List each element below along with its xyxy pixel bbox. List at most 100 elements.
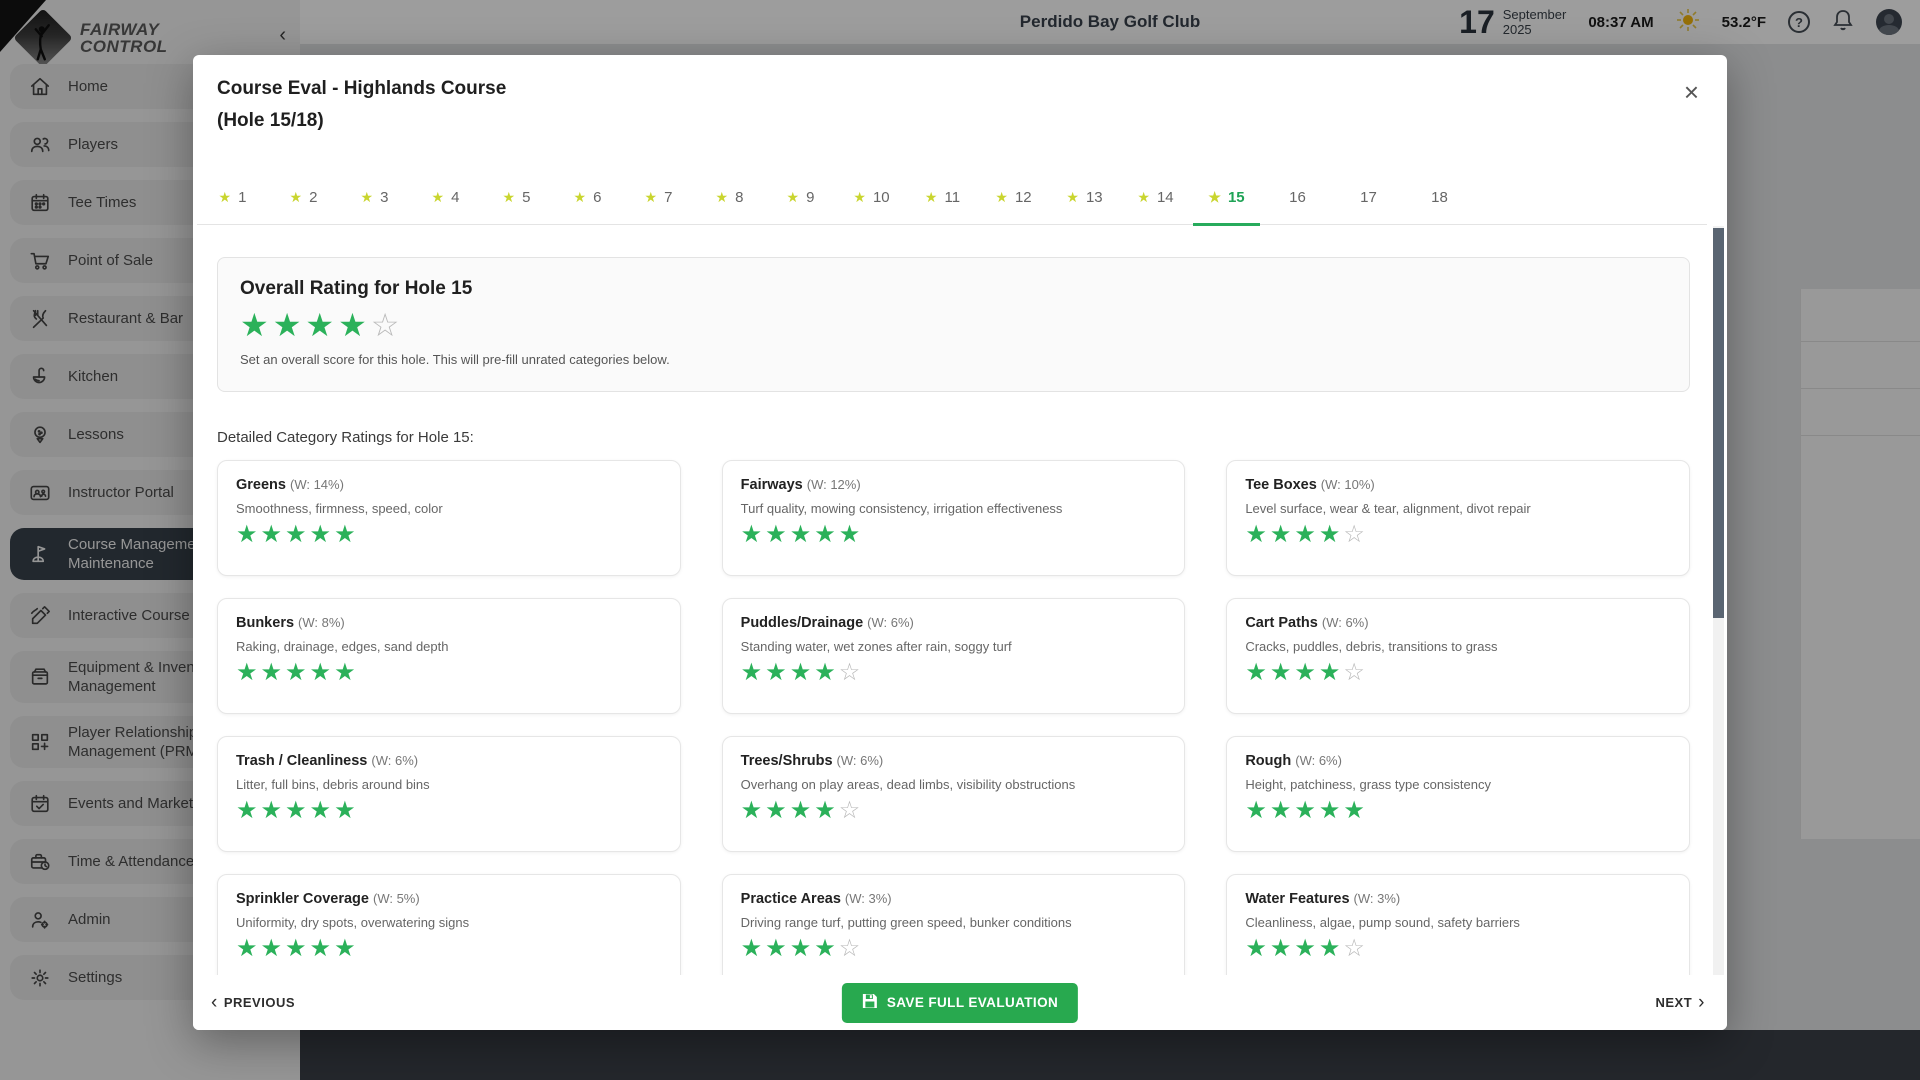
hole-tab-3[interactable]: ★3 (339, 170, 410, 225)
star-filled-icon[interactable]: ★ (1270, 797, 1295, 824)
hole-tab-17[interactable]: 17 (1333, 170, 1404, 225)
close-icon[interactable]: × (1684, 79, 1699, 105)
star-filled-icon[interactable]: ★ (1245, 797, 1270, 824)
star-filled-icon[interactable]: ★ (839, 521, 864, 548)
scrollbar-thumb[interactable] (1713, 228, 1724, 618)
star-filled-icon[interactable]: ★ (334, 521, 359, 548)
star-filled-icon[interactable]: ★ (285, 659, 310, 686)
category-star-rating[interactable]: ★★★★☆ (1245, 936, 1671, 962)
hole-tab-10[interactable]: ★10 (836, 170, 907, 225)
hole-tab-12[interactable]: ★12 (978, 170, 1049, 225)
category-star-rating[interactable]: ★★★★☆ (741, 798, 1167, 824)
hole-tab-5[interactable]: ★5 (481, 170, 552, 225)
star-filled-icon[interactable]: ★ (1319, 797, 1344, 824)
star-filled-icon[interactable]: ★ (790, 521, 815, 548)
star-filled-icon[interactable]: ★ (285, 797, 310, 824)
star-filled-icon[interactable]: ★ (285, 935, 310, 962)
star-filled-icon[interactable]: ★ (1245, 521, 1270, 548)
star-empty-icon[interactable]: ☆ (839, 659, 864, 686)
star-filled-icon[interactable]: ★ (790, 935, 815, 962)
star-filled-icon[interactable]: ★ (1294, 521, 1319, 548)
category-star-rating[interactable]: ★★★★★ (236, 936, 662, 962)
hole-tab-11[interactable]: ★11 (907, 170, 978, 225)
star-filled-icon[interactable]: ★ (285, 521, 310, 548)
star-filled-icon[interactable]: ★ (273, 307, 306, 343)
star-filled-icon[interactable]: ★ (310, 935, 335, 962)
star-empty-icon[interactable]: ☆ (839, 935, 864, 962)
star-filled-icon[interactable]: ★ (236, 521, 261, 548)
star-filled-icon[interactable]: ★ (1245, 659, 1270, 686)
star-filled-icon[interactable]: ★ (310, 797, 335, 824)
hole-tab-13[interactable]: ★13 (1049, 170, 1120, 225)
star-empty-icon[interactable]: ☆ (1343, 935, 1368, 962)
star-filled-icon[interactable]: ★ (1319, 659, 1344, 686)
star-filled-icon[interactable]: ★ (765, 935, 790, 962)
star-filled-icon[interactable]: ★ (236, 797, 261, 824)
previous-button[interactable]: ‹ PREVIOUS (211, 995, 295, 1010)
save-full-evaluation-button[interactable]: SAVE FULL EVALUATION (842, 983, 1078, 1023)
star-filled-icon[interactable]: ★ (261, 935, 286, 962)
hole-tab-8[interactable]: ★8 (694, 170, 765, 225)
star-filled-icon[interactable]: ★ (240, 307, 273, 343)
category-star-rating[interactable]: ★★★★★ (1245, 798, 1671, 824)
star-filled-icon[interactable]: ★ (261, 797, 286, 824)
star-filled-icon[interactable]: ★ (1270, 659, 1295, 686)
star-filled-icon[interactable]: ★ (765, 659, 790, 686)
category-star-rating[interactable]: ★★★★★ (236, 660, 662, 686)
star-filled-icon[interactable]: ★ (338, 307, 371, 343)
hole-tab-6[interactable]: ★6 (552, 170, 623, 225)
category-star-rating[interactable]: ★★★★★ (236, 798, 662, 824)
hole-tab-4[interactable]: ★4 (410, 170, 481, 225)
hole-tab-14[interactable]: ★14 (1120, 170, 1191, 225)
category-star-rating[interactable]: ★★★★★ (236, 522, 662, 548)
category-star-rating[interactable]: ★★★★☆ (1245, 522, 1671, 548)
star-filled-icon[interactable]: ★ (305, 307, 338, 343)
star-filled-icon[interactable]: ★ (741, 659, 766, 686)
star-filled-icon[interactable]: ★ (310, 521, 335, 548)
star-filled-icon[interactable]: ★ (261, 521, 286, 548)
overall-star-rating[interactable]: ★★★★☆ (240, 308, 1667, 342)
star-filled-icon[interactable]: ★ (1270, 521, 1295, 548)
star-filled-icon[interactable]: ★ (1294, 797, 1319, 824)
star-filled-icon[interactable]: ★ (1270, 935, 1295, 962)
next-button[interactable]: NEXT › (1656, 995, 1706, 1010)
star-filled-icon[interactable]: ★ (1294, 659, 1319, 686)
star-filled-icon[interactable]: ★ (765, 521, 790, 548)
star-filled-icon[interactable]: ★ (790, 659, 815, 686)
star-filled-icon[interactable]: ★ (334, 659, 359, 686)
star-filled-icon[interactable]: ★ (814, 797, 839, 824)
star-filled-icon[interactable]: ★ (236, 935, 261, 962)
star-filled-icon[interactable]: ★ (334, 797, 359, 824)
star-filled-icon[interactable]: ★ (1319, 935, 1344, 962)
category-star-rating[interactable]: ★★★★☆ (741, 936, 1167, 962)
star-filled-icon[interactable]: ★ (765, 797, 790, 824)
hole-tab-1[interactable]: ★1 (197, 170, 268, 225)
category-star-rating[interactable]: ★★★★☆ (1245, 660, 1671, 686)
star-filled-icon[interactable]: ★ (1245, 935, 1270, 962)
star-filled-icon[interactable]: ★ (236, 659, 261, 686)
star-filled-icon[interactable]: ★ (814, 521, 839, 548)
star-filled-icon[interactable]: ★ (334, 935, 359, 962)
star-filled-icon[interactable]: ★ (261, 659, 286, 686)
category-star-rating[interactable]: ★★★★☆ (741, 660, 1167, 686)
modal-scrollbar[interactable] (1713, 226, 1724, 975)
hole-tab-2[interactable]: ★2 (268, 170, 339, 225)
star-filled-icon[interactable]: ★ (741, 797, 766, 824)
hole-tab-16[interactable]: 16 (1262, 170, 1333, 225)
star-filled-icon[interactable]: ★ (1319, 521, 1344, 548)
star-empty-icon[interactable]: ☆ (371, 307, 404, 343)
star-filled-icon[interactable]: ★ (310, 659, 335, 686)
star-filled-icon[interactable]: ★ (1294, 935, 1319, 962)
star-filled-icon[interactable]: ★ (1343, 797, 1368, 824)
star-empty-icon[interactable]: ☆ (1343, 659, 1368, 686)
hole-tab-7[interactable]: ★7 (623, 170, 694, 225)
star-empty-icon[interactable]: ☆ (1343, 521, 1368, 548)
star-filled-icon[interactable]: ★ (790, 797, 815, 824)
star-filled-icon[interactable]: ★ (814, 935, 839, 962)
hole-tab-9[interactable]: ★9 (765, 170, 836, 225)
star-empty-icon[interactable]: ☆ (839, 797, 864, 824)
star-filled-icon[interactable]: ★ (741, 521, 766, 548)
hole-tab-15[interactable]: ★15 (1191, 170, 1262, 225)
star-filled-icon[interactable]: ★ (814, 659, 839, 686)
star-filled-icon[interactable]: ★ (741, 935, 766, 962)
